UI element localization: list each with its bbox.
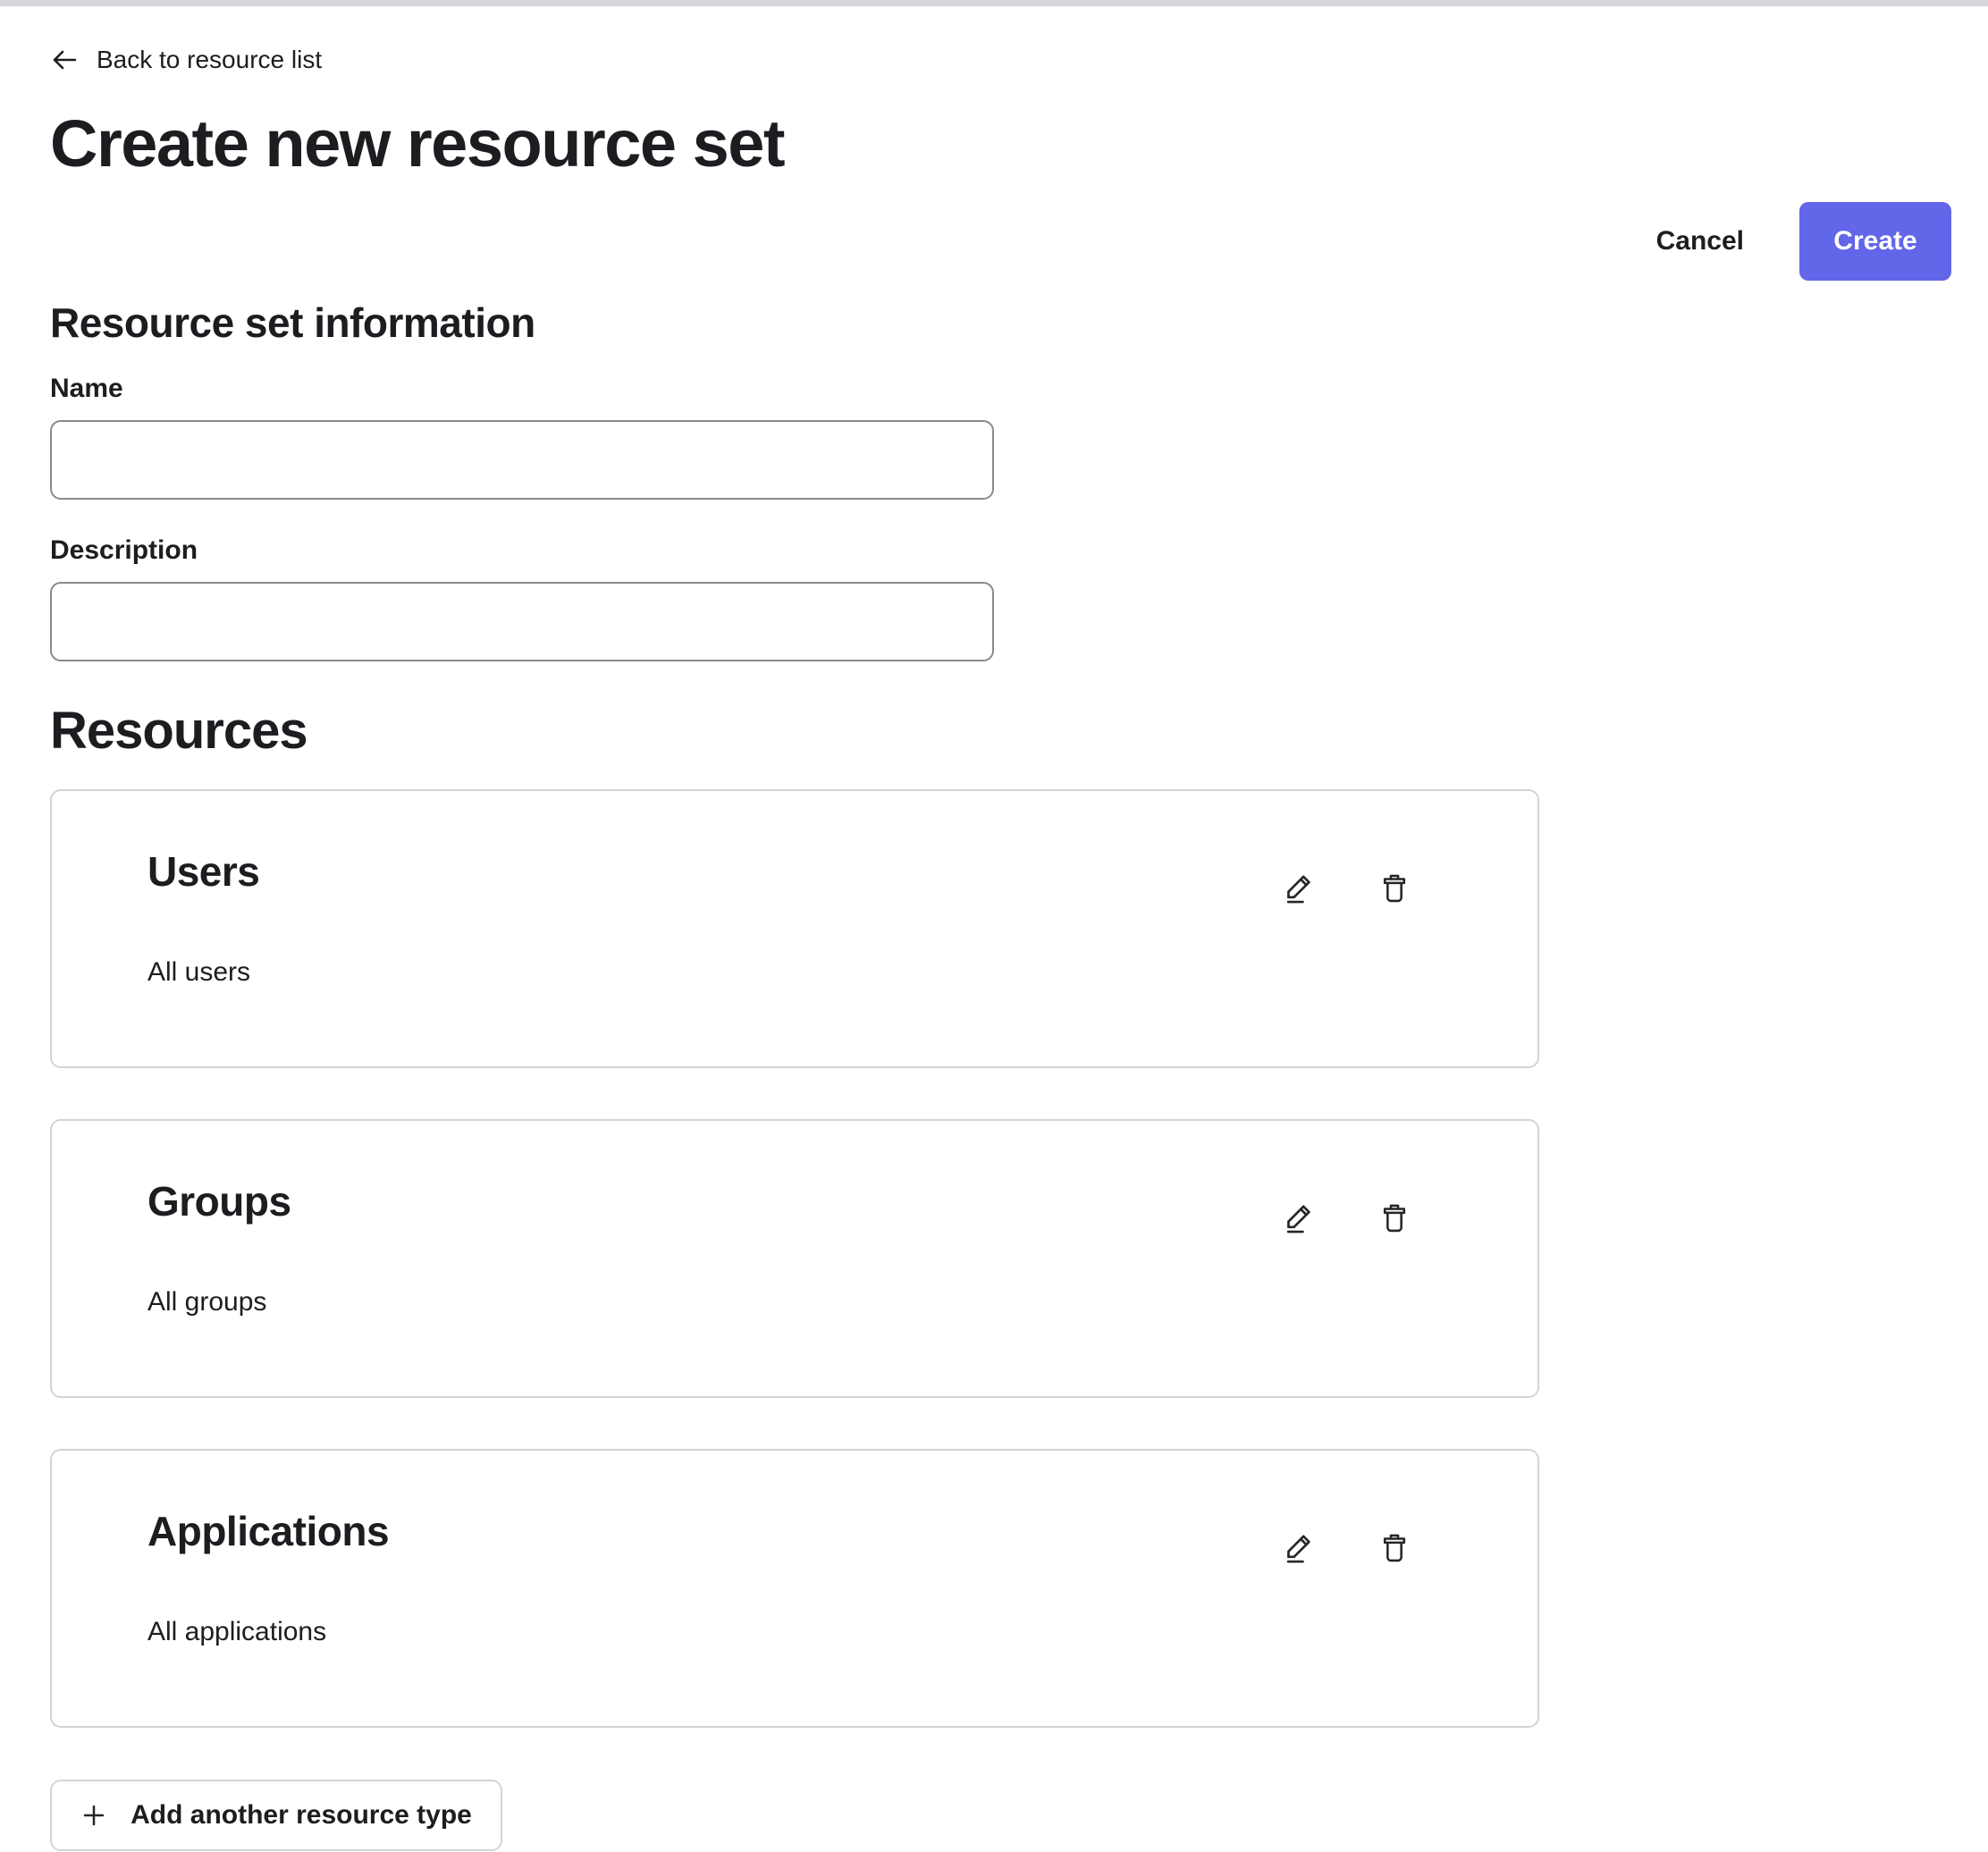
resource-card-users: Users All users (50, 789, 1539, 1068)
name-label: Name (50, 374, 1951, 404)
add-another-resource-type-button[interactable]: Add another resource type (50, 1780, 502, 1851)
trash-icon[interactable] (1377, 870, 1412, 907)
edit-icon[interactable] (1281, 1529, 1317, 1567)
name-input[interactable] (50, 420, 994, 500)
top-divider-strip (0, 0, 1988, 6)
edit-icon[interactable] (1281, 1200, 1317, 1237)
card-actions (1281, 1200, 1412, 1237)
resource-card-description: All groups (147, 1287, 266, 1317)
resources-heading: Resources (50, 701, 1951, 761)
resource-card-title: Groups (147, 1178, 291, 1225)
back-link-label: Back to resource list (97, 46, 322, 74)
back-to-resource-list-link[interactable]: Back to resource list (50, 46, 322, 74)
add-button-label: Add another resource type (131, 1800, 472, 1831)
trash-icon[interactable] (1377, 1529, 1412, 1567)
plus-icon (80, 1802, 107, 1829)
resource-set-information-heading: Resource set information (50, 299, 1951, 347)
form-actions: Cancel Create (50, 202, 1951, 281)
resource-card-applications: Applications All applications (50, 1449, 1539, 1728)
trash-icon[interactable] (1377, 1200, 1412, 1237)
card-actions (1281, 870, 1412, 907)
resource-card-groups: Groups All groups (50, 1119, 1539, 1398)
description-label: Description (50, 535, 1951, 566)
edit-icon[interactable] (1281, 870, 1317, 907)
create-button[interactable]: Create (1799, 202, 1951, 281)
resource-card-description: All applications (147, 1617, 326, 1647)
card-actions (1281, 1529, 1412, 1567)
resource-card-description: All users (147, 957, 250, 988)
description-input[interactable] (50, 582, 994, 661)
cancel-button[interactable]: Cancel (1651, 217, 1749, 265)
arrow-left-icon (50, 47, 79, 72)
resource-card-title: Users (147, 848, 259, 895)
resource-card-title: Applications (147, 1508, 389, 1554)
main-content: Back to resource list Create new resourc… (0, 6, 1988, 1851)
page-title: Create new resource set (50, 109, 1951, 179)
